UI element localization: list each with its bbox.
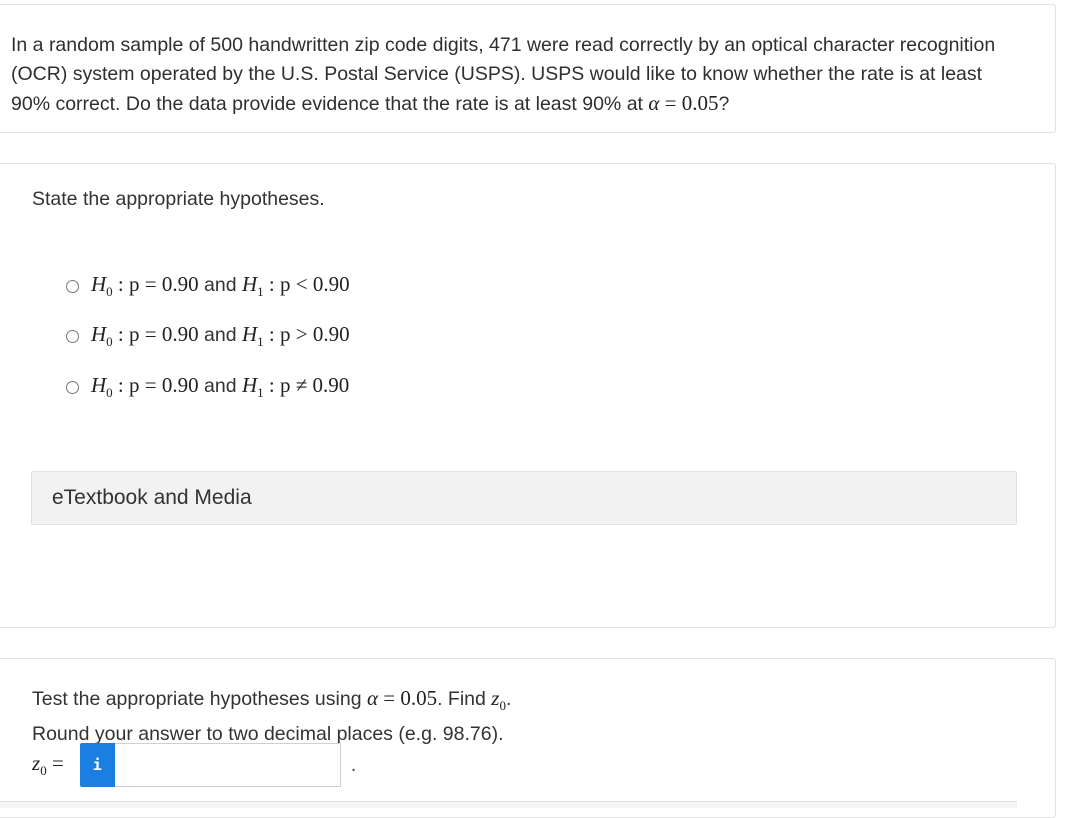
hypothesis-option-greater[interactable]: H0 : p = 0.90 and H1 : p > 0.90 <box>66 322 350 350</box>
h1-symbol: H <box>241 271 258 296</box>
answer-suffix: . <box>350 753 357 776</box>
and-word: and <box>198 374 242 397</box>
equals-sign: = <box>378 686 401 710</box>
option-label: H0 : p = 0.90 and H1 : p > 0.90 <box>91 322 350 350</box>
h0-expression: : p = 0.90 <box>112 321 199 346</box>
next-card-edge <box>0 801 1017 808</box>
question-card: In a random sample of 500 handwritten zi… <box>0 4 1056 133</box>
alpha-expression: α = 0.05 <box>648 91 718 115</box>
radio-button[interactable] <box>66 279 79 293</box>
h0-symbol: H <box>91 271 107 296</box>
info-icon[interactable]: i <box>79 743 115 787</box>
h0-expression: : p = 0.90 <box>112 372 199 397</box>
find-text: . Find <box>437 688 492 710</box>
period: . <box>505 688 512 710</box>
hypotheses-card: State the appropriate hypotheses. H0 : p… <box>0 163 1056 628</box>
alpha-symbol: α <box>648 91 660 115</box>
test-card: Test the appropriate hypotheses using α … <box>0 658 1056 818</box>
h0-symbol: H <box>91 372 107 397</box>
and-word: and <box>198 273 242 296</box>
h1-symbol: H <box>241 372 258 397</box>
equals-sign: = <box>659 91 682 115</box>
z-symbol: z <box>32 750 41 775</box>
answer-row: z0 = i . <box>32 743 356 787</box>
test-line-1: Test the appropriate hypotheses using α … <box>32 684 511 720</box>
and-word: and <box>198 323 242 346</box>
h1-expression: : p > 0.90 <box>263 321 350 346</box>
test-text: Test the appropriate hypotheses using <box>32 688 367 710</box>
answer-label: z0 = <box>32 751 64 779</box>
radio-button[interactable] <box>66 380 79 394</box>
alpha-symbol: α <box>366 686 378 710</box>
h0-expression: : p = 0.90 <box>112 271 199 296</box>
alpha-value: 0.05 <box>400 686 438 710</box>
hypotheses-prompt: State the appropriate hypotheses. <box>32 188 325 210</box>
h1-expression: : p ≠ 0.90 <box>263 372 350 397</box>
hypothesis-option-not-equal[interactable]: H0 : p = 0.90 and H1 : p ≠ 0.90 <box>66 373 349 401</box>
z0-answer-input[interactable] <box>114 743 341 787</box>
etextbook-media-button[interactable]: eTextbook and Media <box>31 471 1017 525</box>
h1-expression: : p < 0.90 <box>263 271 350 296</box>
h0-symbol: H <box>91 321 107 346</box>
test-prompt: Test the appropriate hypotheses using α … <box>32 684 511 749</box>
hypothesis-option-less[interactable]: H0 : p = 0.90 and H1 : p < 0.90 <box>66 272 350 300</box>
equals-sign: = <box>46 750 64 775</box>
option-label: H0 : p = 0.90 and H1 : p ≠ 0.90 <box>91 373 349 401</box>
radio-button[interactable] <box>66 329 79 343</box>
question-text: In a random sample of 500 handwritten zi… <box>11 31 1021 119</box>
etextbook-label: eTextbook and Media <box>52 486 252 509</box>
alpha-value: 0.05 <box>681 91 719 115</box>
h1-symbol: H <box>241 321 258 346</box>
question-mark: ? <box>718 93 730 115</box>
question-body: In a random sample of 500 handwritten zi… <box>11 34 996 115</box>
option-label: H0 : p = 0.90 and H1 : p < 0.90 <box>91 272 350 300</box>
